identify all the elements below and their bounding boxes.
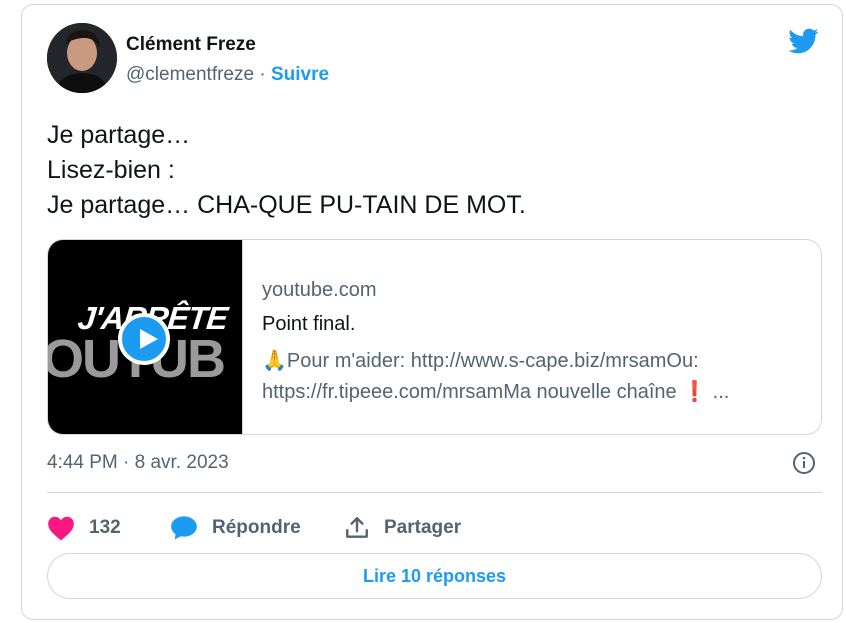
tweet-embed-card: Clément Freze @clementfreze · Suivre Je … <box>21 4 843 620</box>
like-count: 132 <box>89 517 121 538</box>
link-description-line: 🙏Pour m'aider: http://www.s-cape.biz/mrs… <box>262 350 699 372</box>
link-domain: youtube.com <box>262 279 377 301</box>
tweet-line: Lisez-bien : <box>47 156 175 184</box>
tweet-line: Je partage… CHA-QUE PU-TAIN DE MOT. <box>47 191 526 219</box>
share-icon <box>346 517 368 538</box>
link-title: Point final. <box>262 313 356 335</box>
play-icon[interactable] <box>118 313 170 365</box>
handle-separator: · <box>254 64 271 85</box>
like-button[interactable]: 132 <box>47 513 121 543</box>
tweet-text: Je partage… Lisez-bien : Je partage… CHA… <box>47 118 526 223</box>
avatar[interactable] <box>47 23 117 93</box>
reply-bubble-icon <box>171 516 197 540</box>
link-description: 🙏Pour m'aider: http://www.s-cape.biz/mrs… <box>262 346 802 408</box>
info-icon[interactable] <box>792 451 816 475</box>
video-thumbnail[interactable]: J'ARRÊTE OUTUB <box>48 240 243 434</box>
author-handle[interactable]: @clementfreze <box>126 64 254 85</box>
share-label: Partager <box>384 517 462 538</box>
reply-label: Répondre <box>212 517 301 538</box>
author-name[interactable]: Clément Freze <box>126 34 256 56</box>
tweet-line: Je partage… <box>47 121 191 149</box>
author-handle-row: @clementfreze · Suivre <box>126 64 329 86</box>
twitter-bird-icon[interactable] <box>785 25 821 57</box>
heart-icon <box>48 516 74 541</box>
divider <box>47 492 822 493</box>
link-preview-card[interactable]: J'ARRÊTE OUTUB youtube.com Point final. … <box>47 239 822 435</box>
link-description-line: https://fr.tipeee.com/mrsamMa nouvelle c… <box>262 381 730 403</box>
share-button[interactable]: Partager <box>344 513 461 543</box>
read-replies-button[interactable]: Lire 10 réponses <box>47 553 822 599</box>
reply-button[interactable]: Répondre <box>170 513 301 543</box>
follow-link[interactable]: Suivre <box>271 64 329 85</box>
tweet-timestamp[interactable]: 4:44 PM · 8 avr. 2023 <box>47 452 229 474</box>
